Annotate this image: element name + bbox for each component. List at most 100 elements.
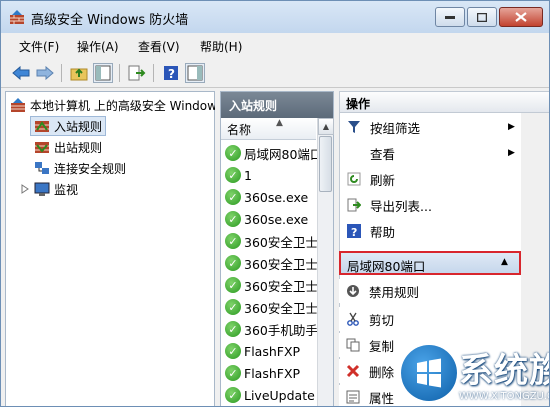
rule-row[interactable]: ✓ FlashFXP [225,340,317,362]
action-export-list[interactable]: 导出列表... [340,193,520,217]
rule-row[interactable]: ✓ LiveUpdate [225,384,317,406]
rule-row[interactable]: ✓ 1 [225,164,317,186]
tree-item-connection-security-rules[interactable]: 连接安全规则 [34,158,126,178]
back-button[interactable] [11,63,31,83]
rule-name: FlashFXP [244,343,301,359]
minimize-button[interactable] [435,7,465,27]
action-refresh[interactable]: 刷新 [340,167,520,191]
enabled-check-icon: ✓ [225,167,241,183]
rule-name: FlashFXP [244,365,301,381]
copy-icon [345,337,361,353]
enabled-check-icon: ✓ [225,321,241,337]
disable-icon [345,283,361,299]
action-label: 属性 [369,390,395,406]
action-label: 禁用规则 [369,284,420,300]
rule-name: 360安全卫士 [244,300,317,316]
watermark-url: WWW.XITONGZU.COM [459,391,549,402]
firewall-icon [11,98,25,112]
tree-root[interactable]: 本地计算机 上的高级安全 Windows [10,95,215,115]
action-label: 复制 [369,338,395,354]
back-icon [12,66,30,80]
watermark: 系统族 WWW.XITONGZU.COM [401,341,549,406]
rule-row[interactable]: ✓ 局域网80端口 [225,142,317,164]
rule-name: 360手机助手 [244,322,317,338]
rule-row[interactable]: ✓ 360se.exe [225,186,317,208]
menu-view[interactable]: 查看(V) [138,38,180,55]
rule-row[interactable]: ✓ 360手机助手 [225,318,317,340]
menu-action[interactable]: 操作(A) [77,38,119,55]
help-button[interactable]: ? [161,63,181,83]
monitoring-icon [34,182,50,196]
tree-item-inbound-rules[interactable]: 入站规则 [30,116,107,136]
scroll-thumb[interactable] [319,136,332,192]
rules-pane: 入站规则 ▲ 名称 ✓ 局域网80端口 ✓ 1 ✓ 360se.exe ✓ 360se.exe… [220,91,334,406]
enabled-check-icon: ✓ [225,211,241,227]
column-header-name[interactable]: ▲ 名称 [221,118,316,140]
tree-item-label: 连接安全规则 [54,161,127,176]
actions-header: 操作 [339,91,549,113]
show-hide-tree-button[interactable] [93,63,113,83]
action-help[interactable]: ? 帮助 [340,219,520,243]
submenu-arrow-icon: ▶ [508,122,515,132]
forward-icon [36,66,54,80]
help-icon: ? [164,66,178,81]
outbound-rules-icon [35,142,49,153]
action-filter-by-group[interactable]: 按组筛选 ▶ [340,115,520,139]
rule-name: 360安全卫士 [244,278,317,294]
window-title: 高级安全 Windows 防火墙 [31,13,189,28]
maximize-icon [477,12,487,22]
svg-text:?: ? [168,67,175,81]
column-name-label: 名称 [227,123,252,137]
rule-row[interactable]: ✓ 360安全卫士 [225,230,317,252]
rules-scrollbar[interactable]: ▲ [317,118,334,406]
rule-name: LiveUpdate [244,387,315,403]
action-label: 帮助 [370,224,396,240]
action-view[interactable]: 查看 ▶ [340,141,520,165]
firewall-window: 高级安全 Windows 防火墙 文件(F) 操作(A) 查看(V) 帮助(H) [0,0,550,407]
enabled-check-icon: ✓ [225,233,241,249]
rule-row[interactable]: ✓ 360安全卫士 [225,296,317,318]
rule-name: 360安全卫士 [244,234,317,250]
rule-name: 局域网80端口 [244,146,317,162]
show-hide-tree-icon [95,65,111,81]
minimize-icon [445,16,455,19]
forward-button[interactable] [35,63,55,83]
rule-row[interactable]: ✓ 360se.exe [225,208,317,230]
enabled-check-icon: ✓ [225,255,241,271]
up-folder-button[interactable] [69,63,89,83]
rules-pane-header: 入站规则 [221,92,333,118]
action-cut[interactable]: 剪切 [339,307,519,331]
close-button[interactable] [499,7,543,27]
properties-button[interactable] [185,63,205,83]
section-title: 局域网80端口 [347,259,426,274]
tree-item-monitoring[interactable]: 监视 [20,179,78,199]
tree-root-label: 本地计算机 上的高级安全 Windows [30,98,215,113]
rule-row[interactable]: ✓ 360安全卫士 [225,274,317,296]
rule-name: 360se.exe [244,211,309,227]
action-disable-rule[interactable]: 禁用规则 [339,279,519,303]
selected-rule-section-header[interactable]: 局域网80端口 ▲ [339,251,521,275]
windows-logo-icon [401,345,457,401]
rule-name: 360se.exe [244,189,309,205]
refresh-icon [346,171,362,187]
scroll-up-icon[interactable]: ▲ [318,118,334,135]
enabled-check-icon: ✓ [225,299,241,315]
expand-triangle-icon[interactable] [20,184,30,194]
export-button[interactable] [127,63,147,83]
rule-row[interactable]: ✓ 360安全卫士 [225,252,317,274]
connection-security-icon [35,162,49,174]
enabled-check-icon: ✓ [225,145,241,161]
firewall-icon [10,10,24,24]
toolbar-separator [61,64,62,82]
rule-row[interactable]: ✓ FlashFXP [225,362,317,384]
toolbar-separator [153,64,154,82]
filter-icon [346,119,362,135]
rule-name: 360安全卫士 [244,256,317,272]
rule-name: 1 [244,167,252,183]
maximize-button[interactable] [467,7,497,27]
menu-file[interactable]: 文件(F) [19,38,59,55]
help-icon: ? [346,223,362,239]
tree-item-outbound-rules[interactable]: 出站规则 [34,137,102,157]
menu-help[interactable]: 帮助(H) [200,38,242,55]
scissors-icon [345,311,361,327]
